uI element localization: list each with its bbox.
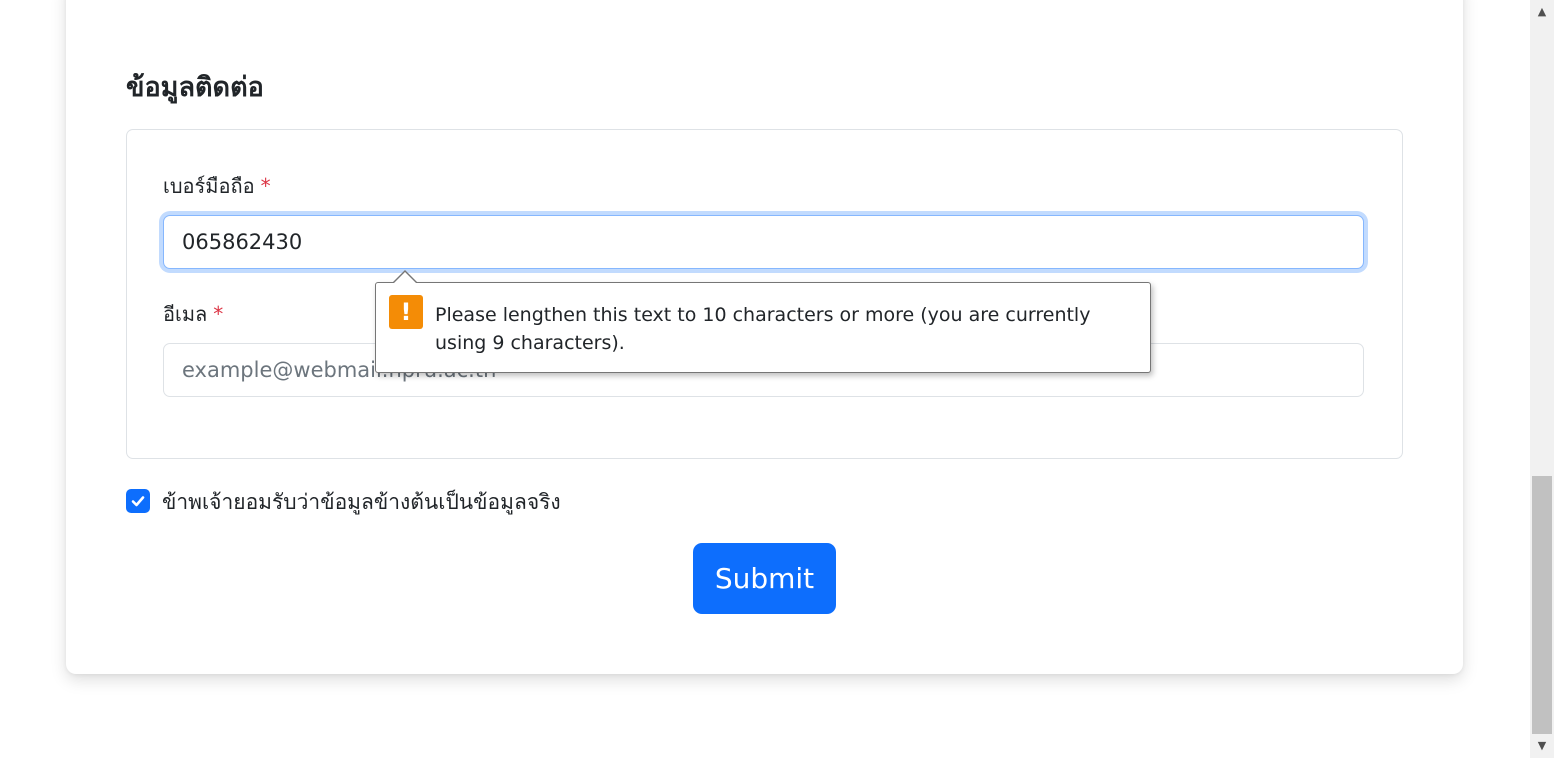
email-label: อีเมล * <box>163 300 223 328</box>
email-label-text: อีเมล <box>163 302 208 326</box>
vertical-scrollbar[interactable]: ▲ ▼ <box>1530 0 1554 758</box>
page-viewport: ข้อมูลติดต่อ เบอร์มือถือ* อีเมล* ! Pleas… <box>0 0 1530 758</box>
validation-tooltip: ! Please lengthen this text to 10 charac… <box>375 270 1151 373</box>
required-mark: * <box>213 302 224 326</box>
phone-label: เบอร์มือถือ * <box>163 172 271 200</box>
section-title: ข้อมูลติดต่อ <box>126 72 264 103</box>
scrollbar-thumb[interactable] <box>1532 476 1552 734</box>
phone-label-text: เบอร์มือถือ <box>163 174 255 198</box>
consent-label[interactable]: ข้าพเจ้ายอมรับว่าข้อมูลข้างต้นเป็นข้อมูล… <box>162 487 561 517</box>
checkmark-icon <box>131 496 145 507</box>
phone-input[interactable] <box>163 215 1364 269</box>
tooltip-arrow-fill <box>393 272 417 284</box>
submit-button[interactable]: Submit <box>693 543 836 614</box>
required-mark: * <box>260 174 271 198</box>
scroll-up-arrow-icon[interactable]: ▲ <box>1530 0 1554 24</box>
scroll-down-arrow-icon[interactable]: ▼ <box>1530 734 1554 758</box>
warning-icon: ! <box>389 295 423 329</box>
consent-checkbox[interactable] <box>126 489 150 513</box>
tooltip-message: Please lengthen this text to 10 characte… <box>435 304 1091 354</box>
